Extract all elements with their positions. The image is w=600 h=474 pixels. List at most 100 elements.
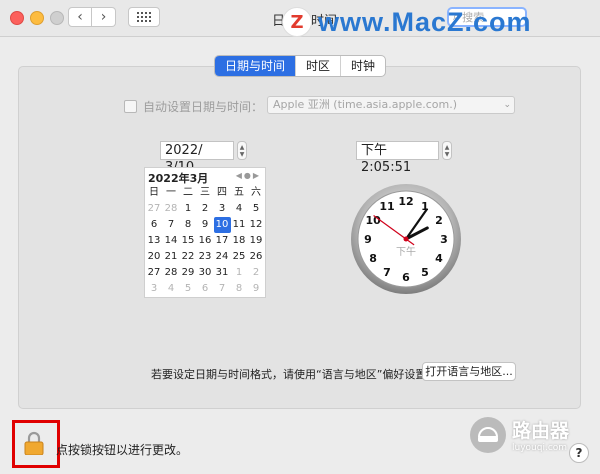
calendar-day[interactable]: 3 — [146, 281, 163, 297]
brand-text: 路由器 luyouqi.com — [512, 416, 569, 453]
calendar-day[interactable]: 4 — [163, 281, 180, 297]
clock-number: 3 — [440, 233, 448, 246]
clock-number: 12 — [398, 195, 413, 208]
watermark-text: www.MacZ.com — [318, 6, 532, 37]
lock-button[interactable] — [12, 420, 60, 468]
calendar-day[interactable]: 5 — [180, 281, 197, 297]
calendar-day[interactable]: 12 — [248, 217, 265, 233]
calendar-day[interactable]: 31 — [214, 265, 231, 281]
tab-bar: 日期与时间 时区 时钟 — [214, 55, 387, 77]
calendar-day[interactable]: 2 — [248, 265, 265, 281]
router-icon — [470, 416, 506, 453]
chevron-left-icon: ‹ — [77, 9, 83, 25]
calendar-day[interactable]: 28 — [163, 265, 180, 281]
tab-time-zone[interactable]: 时区 — [295, 56, 340, 76]
time-stepper[interactable]: ▲ ▼ — [442, 141, 452, 160]
calendar-day[interactable]: 8 — [231, 281, 248, 297]
clock-center — [403, 236, 409, 242]
calendar-day[interactable]: 25 — [231, 249, 248, 265]
calendar-day[interactable]: 14 — [163, 233, 180, 249]
watermark-logo: Z — [282, 7, 312, 37]
clock-number: 7 — [383, 266, 391, 279]
title-bar: ‹ › 日期与时间 ⌕ 搜索 Z www.MacZ.com — [0, 0, 600, 37]
calendar-day[interactable]: 7 — [214, 281, 231, 297]
minimize-window-button[interactable] — [30, 11, 44, 25]
calendar-day[interactable]: 16 — [197, 233, 214, 249]
calendar-day[interactable]: 8 — [180, 217, 197, 233]
triangle-right-icon[interactable]: ▶ — [253, 171, 261, 180]
lock-hint: 点按锁按钮以进行更改。 — [56, 443, 189, 457]
watermark: Z www.MacZ.com — [282, 4, 532, 40]
tab-clock[interactable]: 时钟 — [340, 56, 385, 76]
help-button[interactable]: ? — [569, 443, 589, 463]
time-server-select[interactable]: Apple 亚洲 (time.asia.apple.com.) ⌄ — [267, 96, 515, 114]
show-all-button[interactable] — [128, 7, 160, 27]
date-stepper[interactable]: ▲ ▼ — [237, 141, 247, 160]
calendar-day[interactable]: 6 — [146, 217, 163, 233]
format-hint: 若要设定日期与时间格式，请使用“语言与地区”偏好设置。 — [151, 368, 438, 381]
auto-set-checkbox[interactable] — [124, 100, 137, 113]
calendar-day[interactable]: 7 — [163, 217, 180, 233]
calendar-day[interactable]: 23 — [197, 249, 214, 265]
auto-set-row: 自动设置日期与时间： — [124, 98, 263, 115]
calendar-day[interactable]: 19 — [248, 233, 265, 249]
grid-icon — [137, 12, 151, 22]
calendar-day[interactable]: 24 — [214, 249, 231, 265]
lock-icon — [24, 431, 44, 455]
clock-number: 6 — [402, 271, 410, 284]
back-button[interactable]: ‹ — [68, 7, 92, 27]
forward-button[interactable]: › — [92, 7, 116, 27]
calendar-day[interactable]: 4 — [231, 201, 248, 217]
calendar-day[interactable]: 17 — [214, 233, 231, 249]
time-field[interactable]: 下午 2:05:51 — [356, 141, 439, 175]
calendar-day[interactable]: 11 — [231, 217, 248, 233]
time-server-value: Apple 亚洲 (time.asia.apple.com.) — [273, 98, 458, 111]
weekday-label: 四 — [217, 187, 227, 198]
calendar-day[interactable]: 21 — [163, 249, 180, 265]
calendar-day[interactable]: 28 — [163, 201, 180, 217]
clock-ampm: 下午 — [396, 245, 416, 258]
calendar-day[interactable]: 3 — [214, 201, 231, 217]
calendar-month-label: 2022年3月 — [148, 172, 209, 185]
calendar-day[interactable]: 27 — [146, 265, 163, 281]
calendar-day[interactable]: 20 — [146, 249, 163, 265]
calendar-day-selected[interactable]: 10 — [213, 217, 231, 233]
clock-number: 4 — [435, 252, 443, 265]
chevron-right-icon: › — [100, 9, 107, 25]
calendar-day[interactable]: 15 — [180, 233, 197, 249]
weekday-label: 六 — [251, 187, 261, 198]
brand-watermark: 路由器 luyouqi.com — [470, 416, 569, 453]
date-field[interactable]: 2022/ 3/10 — [160, 141, 234, 175]
zoom-window-button[interactable] — [50, 11, 64, 25]
weekday-label: 三 — [200, 187, 210, 198]
content-panel — [18, 66, 581, 409]
close-window-button[interactable] — [10, 11, 24, 25]
calendar-day[interactable]: 18 — [231, 233, 248, 249]
clock-number: 5 — [421, 266, 429, 279]
calendar-day[interactable]: 22 — [180, 249, 197, 265]
calendar-day[interactable]: 2 — [197, 201, 214, 217]
weekday-label: 二 — [183, 187, 193, 198]
weekday-label: 五 — [234, 187, 244, 198]
clock-number: 9 — [364, 233, 372, 246]
brand-url: luyouqi.com — [512, 443, 568, 453]
triangle-left-icon[interactable]: ◀ — [236, 171, 244, 180]
dot-today-icon[interactable]: ● — [244, 171, 253, 180]
calendar-day[interactable]: 5 — [248, 201, 265, 217]
tab-date-time[interactable]: 日期与时间 — [215, 56, 296, 76]
calendar: 2022年3月 ◀●▶ 日一二三四五六 27 28 1 2 3 4 5 6 7 8 9 10 11 12 13… — [144, 167, 266, 298]
calendar-day[interactable]: 1 — [180, 201, 197, 217]
calendar-day[interactable]: 13 — [146, 233, 163, 249]
calendar-day[interactable]: 27 — [146, 201, 163, 217]
calendar-nav[interactable]: ◀●▶ — [236, 171, 261, 180]
calendar-day[interactable]: 9 — [197, 217, 214, 233]
calendar-day[interactable]: 1 — [231, 265, 248, 281]
calendar-day[interactable]: 29 — [180, 265, 197, 281]
clock-number: 8 — [369, 252, 377, 265]
calendar-day[interactable]: 9 — [248, 281, 265, 297]
calendar-day[interactable]: 26 — [248, 249, 265, 265]
open-language-region-button[interactable]: 打开语言与地区... — [422, 362, 516, 381]
calendar-day[interactable]: 6 — [197, 281, 214, 297]
calendar-day[interactable]: 30 — [197, 265, 214, 281]
clock-number: 2 — [435, 214, 443, 227]
